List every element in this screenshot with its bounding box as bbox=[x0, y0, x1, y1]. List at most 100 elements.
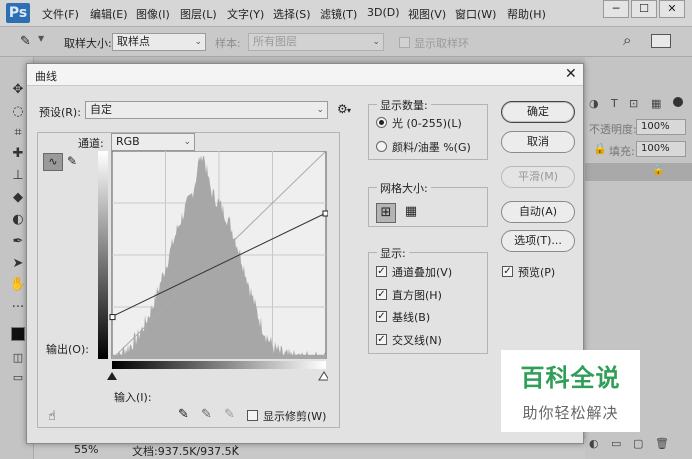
sample-select[interactable]: 所有图层 ⌄ bbox=[248, 33, 384, 51]
preview-checkbox[interactable]: ✓ bbox=[502, 266, 513, 277]
channel-overlay-checkbox[interactable]: ✓ bbox=[376, 266, 387, 277]
pigment-radio[interactable] bbox=[376, 141, 387, 152]
healing-brush-icon[interactable]: ✚ bbox=[9, 145, 27, 163]
show-group: 显示: ✓ 通道叠加(V) ✓ 直方图(H) ✓ 基线(B) ✓ 交叉线(N) bbox=[368, 245, 488, 354]
screen-mode-icon[interactable]: ▭ bbox=[9, 369, 27, 387]
circle-filter-icon[interactable]: ◑ bbox=[589, 97, 599, 110]
pigment-label: 颜料/油墨 %(G) bbox=[392, 141, 471, 154]
hand-tool-icon[interactable]: ✋ bbox=[9, 276, 27, 294]
eyedropper-tool-icon[interactable]: ✎ bbox=[20, 34, 31, 49]
menu-select[interactable]: 选择(S) bbox=[273, 6, 311, 22]
shape-filter-icon[interactable]: ⊡ bbox=[629, 97, 638, 110]
menu-bar: Ps 文件(F) 编辑(E) 图像(I) 图层(L) 文字(Y) 选择(S) 滤… bbox=[0, 0, 692, 27]
histogram-checkbox[interactable]: ✓ bbox=[376, 289, 387, 300]
sample-size-select[interactable]: 取样点 ⌄ bbox=[112, 33, 206, 51]
intersection-line-label: 交叉线(N) bbox=[392, 334, 442, 347]
detailed-grid-icon[interactable]: ▦ bbox=[401, 203, 421, 223]
more-tools-icon[interactable]: ··· bbox=[9, 299, 27, 317]
chevron-down-icon: ⌄ bbox=[316, 105, 324, 115]
channel-overlay-label: 通道叠加(V) bbox=[392, 266, 453, 279]
curve-point[interactable] bbox=[109, 314, 116, 321]
input-gradient bbox=[107, 361, 328, 381]
menu-3d[interactable]: 3D(D) bbox=[367, 6, 400, 19]
chevron-down-icon[interactable]: ▼ bbox=[38, 34, 44, 43]
opacity-input[interactable]: 100% bbox=[636, 119, 686, 135]
menu-filter[interactable]: 滤镜(T) bbox=[320, 6, 357, 22]
menu-view[interactable]: 视图(V) bbox=[408, 6, 446, 22]
close-icon[interactable]: ✕ bbox=[565, 66, 577, 82]
dialog-titlebar: 曲线 ✕ bbox=[27, 64, 583, 86]
layer-lock-icon: 🔒 bbox=[652, 165, 665, 176]
menu-layer[interactable]: 图层(L) bbox=[180, 6, 217, 22]
menu-file[interactable]: 文件(F) bbox=[42, 6, 79, 22]
pen-tool-icon[interactable]: ✒ bbox=[9, 233, 27, 251]
workspace-icon[interactable] bbox=[651, 34, 671, 48]
lock-icon[interactable]: 🔒 bbox=[593, 142, 607, 155]
menu-image[interactable]: 图像(I) bbox=[136, 6, 170, 22]
move-tool-icon[interactable]: ✥ bbox=[9, 81, 27, 99]
menu-help[interactable]: 帮助(H) bbox=[507, 6, 546, 22]
zoom-level[interactable]: 55% bbox=[74, 443, 98, 456]
input-label: 输入(I): bbox=[114, 391, 152, 404]
maximize-button[interactable]: ☐ bbox=[631, 0, 657, 18]
curve-point[interactable] bbox=[322, 210, 328, 217]
smooth-button[interactable]: 平滑(M) bbox=[501, 166, 575, 188]
preview-label: 预览(P) bbox=[518, 266, 556, 279]
close-app-button[interactable]: ✕ bbox=[659, 0, 685, 18]
layer-row[interactable]: 🔒 bbox=[585, 163, 692, 181]
cancel-button[interactable]: 取消 bbox=[501, 131, 575, 153]
grid-size-title: 网格大小: bbox=[377, 180, 431, 196]
smart-filter-icon[interactable]: ▦ bbox=[651, 97, 661, 110]
gray-eyedropper-icon[interactable]: ✎ bbox=[201, 407, 212, 422]
chevron-down-icon: ⌄ bbox=[183, 137, 191, 147]
light-radio[interactable] bbox=[376, 117, 387, 128]
target-adjust-hand-icon[interactable]: ☝ bbox=[48, 409, 56, 424]
group-icon[interactable]: ▭ bbox=[611, 437, 621, 450]
simple-grid-icon[interactable]: ⊞ bbox=[376, 203, 396, 223]
preset-select[interactable]: 自定 ⌄ bbox=[85, 101, 328, 119]
show-clipping-checkbox[interactable] bbox=[247, 410, 258, 421]
blur-tool-icon[interactable]: ◐ bbox=[9, 211, 27, 229]
selection-tool-icon[interactable]: ➤ bbox=[9, 255, 27, 273]
output-label: 输出(O): bbox=[46, 343, 89, 356]
input-gradient-bar bbox=[112, 361, 326, 369]
curve-tool-icon[interactable]: ∿ bbox=[43, 153, 63, 171]
menu-edit[interactable]: 编辑(E) bbox=[90, 6, 128, 22]
curve-graph[interactable] bbox=[98, 151, 328, 359]
menu-type[interactable]: 文字(Y) bbox=[227, 6, 264, 22]
stamp-tool-icon[interactable]: ⊥ bbox=[9, 167, 27, 185]
fill-input[interactable]: 100% bbox=[636, 141, 686, 157]
auto-button[interactable]: 自动(A) bbox=[501, 201, 575, 223]
lasso-tool-icon[interactable]: ◌ bbox=[9, 103, 27, 121]
foreground-color-swatch[interactable] bbox=[11, 327, 25, 341]
minimize-button[interactable]: ─ bbox=[603, 0, 629, 18]
quick-mask-icon[interactable]: ◫ bbox=[9, 349, 27, 367]
ok-button[interactable]: 确定 bbox=[501, 101, 575, 123]
black-eyedropper-icon[interactable]: ✎ bbox=[178, 407, 189, 422]
channel-label: 通道: bbox=[78, 137, 104, 150]
eraser-tool-icon[interactable]: ◆ bbox=[9, 189, 27, 207]
adjustment-icon[interactable]: ◐ bbox=[589, 437, 599, 450]
type-filter-icon[interactable]: T bbox=[611, 97, 618, 110]
intersection-line-checkbox[interactable]: ✓ bbox=[376, 334, 387, 345]
white-eyedropper-icon[interactable]: ✎ bbox=[224, 407, 235, 422]
new-layer-icon[interactable]: ▢ bbox=[633, 437, 643, 450]
trash-icon[interactable]: 🗑 bbox=[655, 437, 669, 450]
chevron-down-icon[interactable]: ▾ bbox=[347, 106, 351, 115]
show-ring-checkbox[interactable] bbox=[399, 37, 410, 48]
options-button[interactable]: 选项(T)... bbox=[501, 230, 575, 252]
black-point-slider[interactable] bbox=[107, 372, 117, 380]
white-point-slider[interactable] bbox=[318, 371, 328, 381]
channel-select[interactable]: RGB ⌄ bbox=[111, 133, 195, 151]
watermark-title: 百科全说 bbox=[520, 364, 621, 392]
preset-label: 预设(R): bbox=[39, 106, 81, 119]
filter-toggle-icon[interactable] bbox=[673, 97, 683, 107]
watermark-subtitle: 助你轻松解决 bbox=[522, 404, 619, 422]
menu-window[interactable]: 窗口(W) bbox=[455, 6, 496, 22]
baseline-checkbox[interactable]: ✓ bbox=[376, 311, 387, 322]
crop-tool-icon[interactable]: ⌗ bbox=[9, 124, 27, 142]
pencil-tool-icon[interactable]: ✎ bbox=[67, 154, 77, 168]
show-title: 显示: bbox=[377, 245, 409, 261]
search-icon[interactable]: ⌕ bbox=[623, 31, 631, 49]
chevron-down-icon: ⌄ bbox=[194, 37, 202, 47]
